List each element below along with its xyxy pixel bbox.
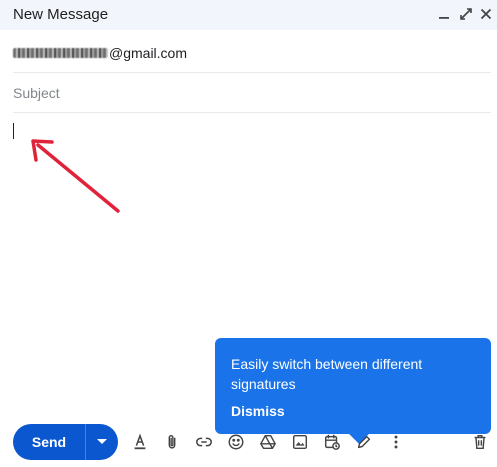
text-cursor: [13, 123, 14, 139]
link-icon[interactable]: [194, 432, 214, 452]
more-options-icon[interactable]: [386, 432, 406, 452]
drive-icon[interactable]: [258, 432, 278, 452]
text-format-icon[interactable]: [130, 432, 150, 452]
redacted-username: [13, 47, 108, 58]
dismiss-button[interactable]: Dismiss: [231, 403, 285, 419]
attach-icon[interactable]: [162, 432, 182, 452]
recipients-row[interactable]: @gmail.com: [13, 33, 491, 73]
emoji-icon[interactable]: [226, 432, 246, 452]
chevron-down-icon: [97, 439, 107, 444]
photo-icon[interactable]: [290, 432, 310, 452]
send-button[interactable]: Send: [13, 424, 86, 460]
compose-header: New Message: [0, 0, 497, 30]
recipient-chip[interactable]: @gmail.com: [13, 45, 187, 61]
trash-icon[interactable]: [470, 432, 490, 452]
schedule-icon[interactable]: [322, 432, 342, 452]
minimize-icon[interactable]: [436, 6, 452, 22]
compose-title: New Message: [13, 6, 109, 23]
close-icon[interactable]: [478, 6, 494, 22]
send-button-group: Send: [13, 424, 118, 460]
subject-input[interactable]: [13, 84, 491, 101]
compose-toolbar: Send: [0, 420, 497, 464]
subject-row: [13, 73, 491, 113]
popout-icon[interactable]: [458, 6, 474, 22]
signature-icon[interactable]: [354, 432, 374, 452]
send-options-button[interactable]: [86, 424, 118, 460]
recipient-email-domain: @gmail.com: [109, 44, 188, 61]
tooltip-message: Easily switch between different signatur…: [231, 356, 423, 392]
